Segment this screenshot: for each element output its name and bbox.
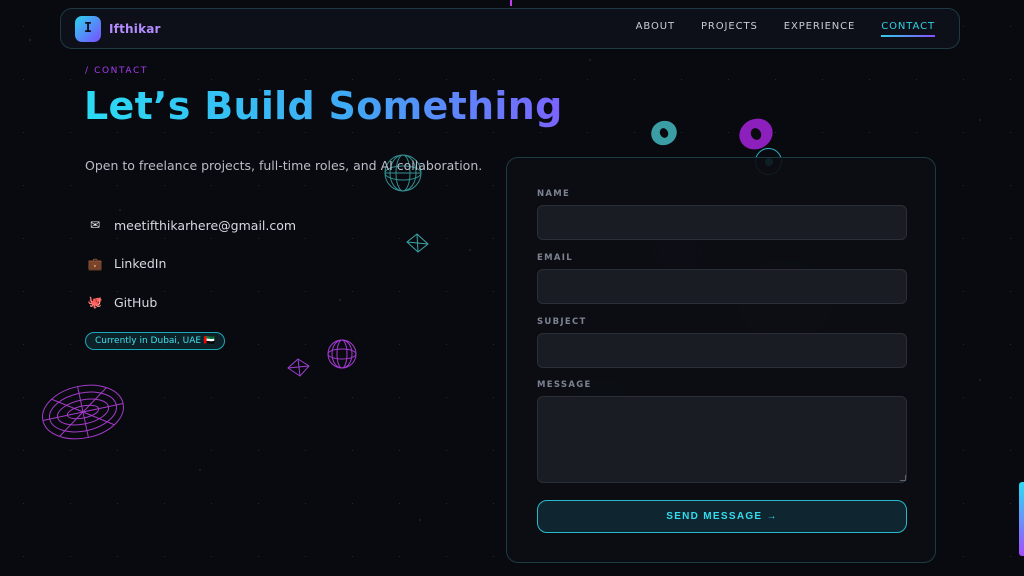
name-input[interactable] <box>537 205 907 240</box>
scroll-progress-bar <box>1019 482 1024 556</box>
nav-link-projects[interactable]: PROJECTS <box>701 21 758 37</box>
page-subtitle: Open to freelance projects, full-time ro… <box>85 158 483 173</box>
logo-icon[interactable]: I <box>75 15 101 42</box>
nav-link-about[interactable]: ABOUT <box>636 21 675 37</box>
contact-email-text: meetifthikarhere@gmail.com <box>114 217 297 233</box>
briefcase-icon: 💼 <box>87 256 103 271</box>
send-message-button[interactable]: SEND MESSAGE → <box>537 500 907 533</box>
octahedron-wireframe-teal <box>406 233 429 253</box>
brand-name[interactable]: Ifthikar <box>109 22 161 36</box>
octahedron-wireframe-purple <box>287 358 310 377</box>
nav-links: ABOUT PROJECTS EXPERIENCE CONTACT <box>636 20 935 37</box>
message-label: MESSAGE <box>537 380 592 390</box>
email-input[interactable] <box>537 269 907 304</box>
contact-email-link[interactable]: ✉ meetifthikarhere@gmail.com <box>86 206 296 245</box>
nav-link-experience[interactable]: EXPERIENCE <box>784 21 856 37</box>
contact-linkedin-link[interactable]: 💼 LinkedIn <box>86 245 296 284</box>
contact-linkedin-text: LinkedIn <box>114 256 167 272</box>
subject-label: SUBJECT <box>537 317 587 327</box>
message-textarea[interactable] <box>537 396 907 483</box>
nav-link-contact[interactable]: CONTACT <box>881 20 935 37</box>
contact-github-text: GitHub <box>114 294 158 310</box>
resize-handle-icon[interactable] <box>900 475 906 481</box>
subject-input[interactable] <box>537 333 907 368</box>
top-navbar: I Ifthikar ABOUT PROJECTS EXPERIENCE CON… <box>60 8 960 49</box>
envelope-icon: ✉ <box>89 218 101 233</box>
contact-list: ✉ meetifthikarhere@gmail.com 💼 LinkedIn … <box>86 206 297 322</box>
page-title: Let’s Build Something <box>84 84 563 128</box>
email-label: EMAIL <box>537 253 573 263</box>
octopus-icon: 🐙 <box>87 295 103 310</box>
name-label: NAME <box>537 189 571 199</box>
location-badge: Currently in Dubai, UAE 🇦🇪 <box>85 332 226 350</box>
section-eyebrow: / CONTACT <box>85 66 148 76</box>
torus-wireframe-purple <box>42 384 124 440</box>
ring-teal <box>651 120 677 146</box>
sphere-wireframe-purple <box>327 339 357 369</box>
contact-form: NAME EMAIL SUBJECT MESSAGE SEND MESSAGE … <box>506 157 936 563</box>
contact-github-link[interactable]: 🐙 GitHub <box>86 283 296 322</box>
